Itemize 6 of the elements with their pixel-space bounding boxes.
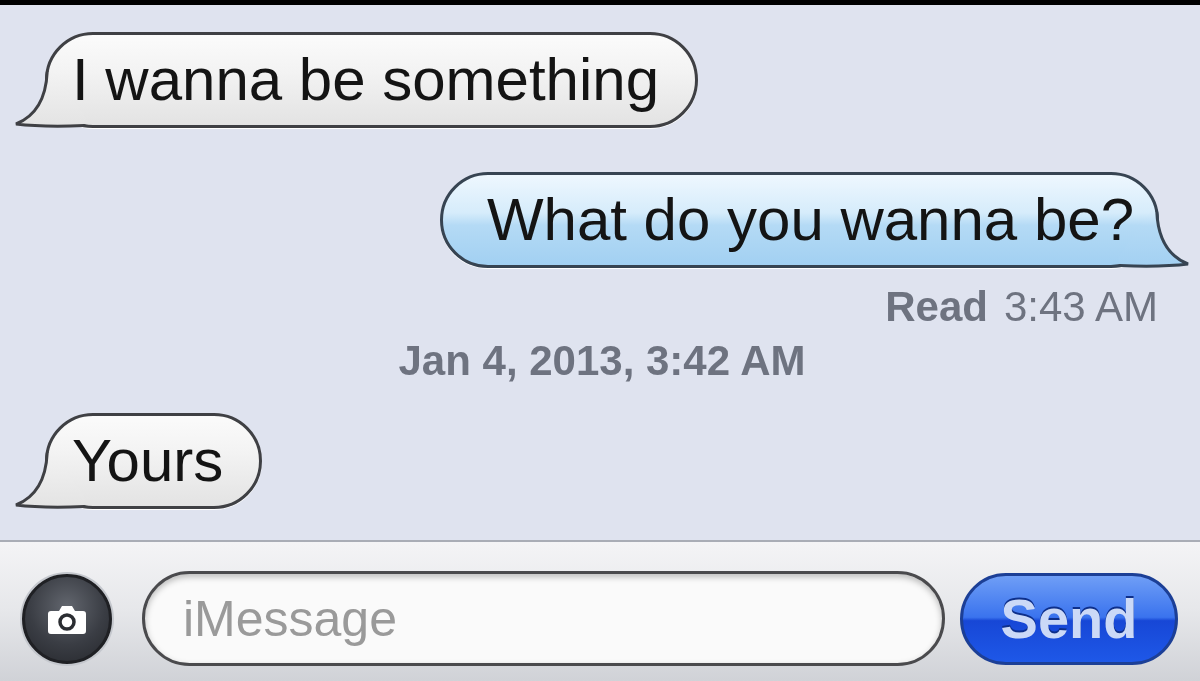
message-input-field[interactable]: iMessage (142, 571, 945, 666)
camera-button[interactable] (22, 573, 112, 664)
read-status: Read (885, 283, 988, 331)
send-button[interactable]: Send (960, 572, 1178, 665)
date-timestamp: Jan 4, 2013, 3:42 AM (398, 337, 806, 385)
read-time: 3:43 AM (1003, 283, 1158, 331)
